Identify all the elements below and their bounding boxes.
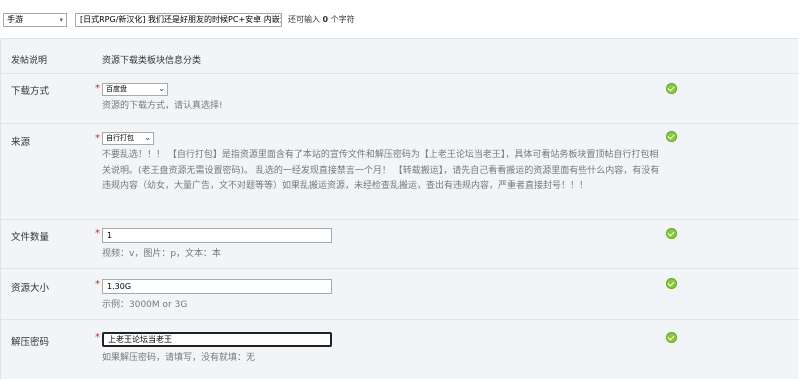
category-heading: 资源下载类板块信息分类 [102, 56, 202, 66]
download-method-row: 下载方式 * 百度盘 ⌄ 资源的下载方式，请认真选择! [1, 73, 799, 124]
check-circle-icon [666, 83, 677, 94]
chevron-down-icon: ⌄ [158, 84, 165, 93]
check-circle-icon [666, 332, 677, 343]
password-row: 解压密码 * 上老王论坛当老王 如果解压密码，请填写，没有就填：无 [1, 319, 799, 381]
download-method-select[interactable]: 百度盘 ⌄ [102, 83, 168, 96]
chevron-down-icon: ▾ [59, 16, 63, 24]
required-mark: * [95, 83, 100, 94]
check-circle-icon [666, 228, 677, 239]
required-mark: * [95, 332, 100, 343]
thread-title-input[interactable]: [日式RPG/新汉化] 我们还是好朋友的时候PC+安卓 内嵌汉化版 [75, 13, 282, 27]
source-row: 来源 * 自行打包 ⌄ 不要乱选！！！ 【自行打包】是指资源里面含有了本站的宣传… [1, 123, 799, 220]
password-label: 解压密码 [11, 337, 50, 348]
download-method-hint: 资源的下载方式，请认真选择! [102, 101, 223, 111]
file-count-input[interactable]: 1 [102, 228, 332, 243]
file-count-hint: 视频：v，图片：p，文本：本 [102, 249, 222, 259]
resource-size-hint: 示例：3000M or 3G [102, 300, 188, 310]
resource-info-panel: 发帖说明 资源下载类板块信息分类 下载方式 * 百度盘 ⌄ 资源的下载方式，请认… [0, 38, 799, 381]
required-mark: * [95, 279, 100, 290]
thread-type-select[interactable]: 手游 ▾ [3, 13, 67, 27]
post-instructions-heading: 发帖说明 [11, 56, 48, 66]
resource-size-label: 资源大小 [11, 283, 50, 294]
source-select[interactable]: 自行打包 ⌄ [102, 132, 154, 145]
required-mark: * [95, 228, 100, 239]
required-mark: * [95, 133, 100, 144]
remaining-chars-text: 还可输入 0 个字符 [288, 15, 355, 24]
file-count-row: 文件数量 * 1 视频：v，图片：p，文本：本 [1, 219, 799, 269]
remaining-chars-count: 0 [322, 15, 329, 24]
resource-size-row: 资源大小 * 1.30G 示例：3000M or 3G [1, 268, 799, 320]
resource-size-input[interactable]: 1.30G [102, 279, 332, 294]
source-hint: 不要乱选！！！ 【自行打包】是指资源里面含有了本站的宣传文件和解压密码为【上老王… [102, 150, 660, 191]
source-label: 来源 [11, 137, 31, 148]
password-input[interactable]: 上老王论坛当老王 [102, 332, 332, 347]
check-circle-icon [666, 131, 677, 142]
chevron-down-icon: ⌄ [144, 133, 151, 142]
thread-type-value: 手游 [7, 15, 23, 24]
password-hint: 如果解压密码，请填写，没有就填：无 [102, 353, 256, 363]
download-method-label: 下载方式 [11, 86, 50, 97]
check-circle-icon [666, 278, 677, 289]
title-bar: 手游 ▾ [日式RPG/新汉化] 我们还是好朋友的时候PC+安卓 内嵌汉化版 还… [0, 0, 800, 38]
file-count-label: 文件数量 [11, 232, 50, 243]
